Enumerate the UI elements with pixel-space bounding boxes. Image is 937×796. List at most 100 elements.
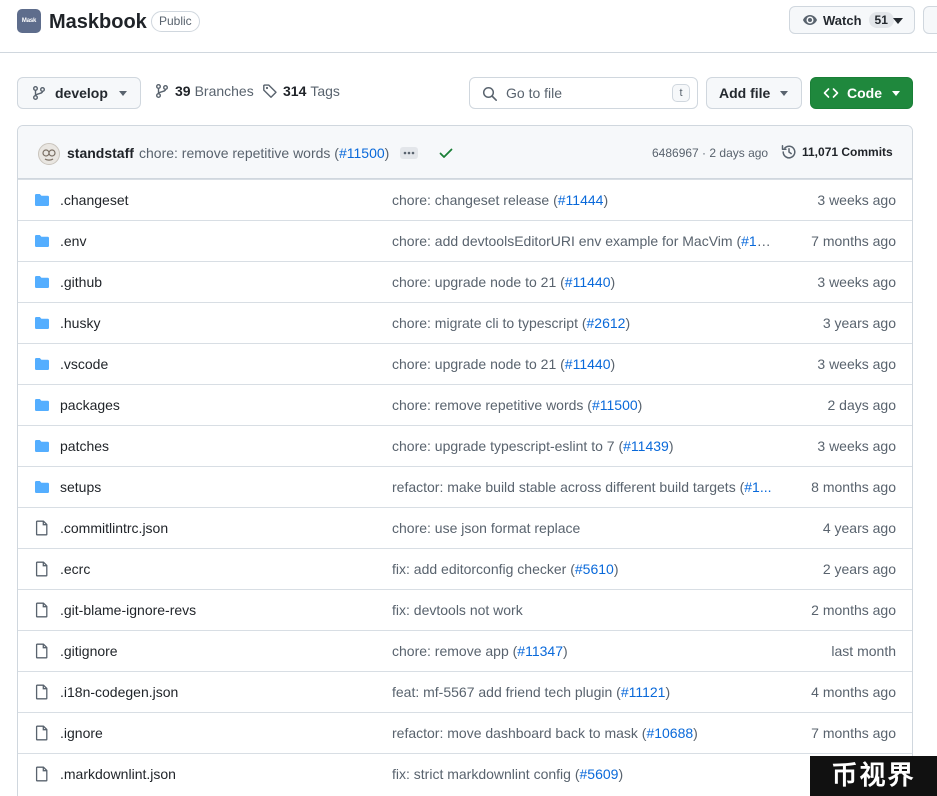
file-commit-date: 7 months ago [811, 725, 896, 741]
folder-icon [34, 479, 50, 495]
fork-button[interactable] [923, 6, 937, 34]
commits-history-link[interactable]: 11,071 Commits [781, 144, 893, 160]
commit-pr-link[interactable]: #11500 [339, 145, 385, 161]
file-row[interactable]: packages chore: remove repetitive words (… [18, 384, 912, 425]
tags-count: 314 [283, 83, 307, 99]
file-name[interactable]: .husky [60, 315, 100, 331]
file-name[interactable]: .commitlintrc.json [60, 520, 168, 536]
file-name[interactable]: patches [60, 438, 109, 454]
file-name[interactable]: packages [60, 397, 120, 413]
file-commit-pr-link[interactable]: #11347 [517, 643, 563, 659]
chevron-down-icon [119, 91, 127, 96]
file-row[interactable]: .vscode chore: upgrade node to 21 (#11440… [18, 343, 912, 384]
file-row[interactable]: .gitignore chore: remove app (#11347) last… [18, 630, 912, 671]
chevron-down-icon [893, 18, 903, 24]
commit-message[interactable]: chore: remove repetitive words (#11500) [139, 145, 389, 161]
watermark: 币视界 [810, 756, 937, 796]
file-row[interactable]: .ecrc fix: add editorconfig checker (#561… [18, 548, 912, 589]
file-name[interactable]: .changeset [60, 192, 129, 208]
file-commit-message[interactable]: chore: add devtoolsEditorURI env example… [392, 233, 775, 249]
file-commit-pr-link[interactable]: #5609 [580, 766, 619, 782]
branches-link[interactable]: 39 Branches [154, 83, 254, 99]
author-avatar[interactable] [38, 143, 60, 165]
file-commit-message[interactable]: fix: strict markdownlint config (#5609) [392, 766, 775, 782]
file-commit-message[interactable]: chore: remove repetitive words (#11500) [392, 397, 775, 413]
check-icon[interactable] [438, 145, 454, 161]
file-commit-pr-link[interactable]: #10... [741, 233, 775, 249]
file-commit-message[interactable]: refactor: make build stable across diffe… [392, 479, 775, 495]
file-row[interactable]: .env chore: add devtoolsEditorURI env exa… [18, 220, 912, 261]
keyboard-shortcut-hint: t [672, 84, 690, 102]
tags-link[interactable]: 314 Tags [262, 83, 340, 99]
file-row[interactable]: .ignore refactor: move dashboard back to … [18, 712, 912, 753]
file-commit-pr-link[interactable]: #10688 [646, 725, 693, 741]
file-row[interactable]: .commitlintrc.json chore: use json format… [18, 507, 912, 548]
file-icon [34, 643, 50, 659]
file-list: standstaff chore: remove repetitive word… [17, 125, 913, 796]
file-commit-pr-link[interactable]: #11440 [565, 274, 611, 290]
repo-owner-avatar[interactable]: Mask [17, 9, 41, 33]
commit-author[interactable]: standstaff [67, 145, 134, 161]
file-commit-pr-link[interactable]: #11121 [621, 684, 666, 700]
file-commit-message[interactable]: refactor: move dashboard back to mask (#… [392, 725, 775, 741]
file-name[interactable]: .vscode [60, 356, 108, 372]
file-commit-date: 2 years ago [822, 561, 896, 577]
file-commit-message[interactable]: fix: devtools not work [392, 602, 775, 618]
file-row[interactable]: .husky chore: migrate cli to typescript (… [18, 302, 912, 343]
tag-icon [262, 83, 278, 99]
file-commit-message[interactable]: chore: upgrade typescript-eslint to 7 (#… [392, 438, 775, 454]
commit-hash-time[interactable]: 6486967 · 2 days ago [652, 146, 768, 160]
file-row[interactable]: setups refactor: make build stable across… [18, 466, 912, 507]
file-row[interactable]: .github chore: upgrade node to 21 (#11440… [18, 261, 912, 302]
file-icon [34, 684, 50, 700]
file-commit-message[interactable]: chore: use json format replace [392, 520, 775, 536]
file-row[interactable]: .git-blame-ignore-revs fix: devtools not … [18, 589, 912, 630]
file-name[interactable]: .git-blame-ignore-revs [60, 602, 196, 618]
file-row[interactable]: .changeset chore: changeset release (#114… [18, 179, 912, 220]
file-commit-message[interactable]: chore: changeset release (#11444) [392, 192, 775, 208]
go-to-file-search[interactable]: t [469, 77, 698, 109]
file-commit-date: 2 days ago [827, 397, 897, 413]
file-row[interactable]: .markdownlint.json fix: strict markdownli… [18, 753, 912, 794]
eye-icon [802, 12, 818, 28]
file-commit-message[interactable]: chore: remove app (#11347) [392, 643, 775, 659]
expand-message-button[interactable] [400, 147, 418, 159]
file-row[interactable]: .i18n-codegen.json feat: mf-5567 add frie… [18, 671, 912, 712]
file-name[interactable]: setups [60, 479, 101, 495]
file-name[interactable]: .ignore [60, 725, 103, 741]
go-to-file-input[interactable] [506, 83, 666, 103]
file-commit-pr-link[interactable]: #11440 [565, 356, 611, 372]
file-commit-pr-link[interactable]: #11500 [592, 397, 638, 413]
file-commit-message[interactable]: chore: migrate cli to typescript (#2612) [392, 315, 775, 331]
chevron-down-icon [892, 91, 900, 96]
repo-name[interactable]: Maskbook [49, 9, 147, 35]
file-name[interactable]: .i18n-codegen.json [60, 684, 178, 700]
file-name[interactable]: .ecrc [60, 561, 90, 577]
file-commit-date: 3 weeks ago [817, 438, 896, 454]
file-icon [34, 602, 50, 618]
file-commit-pr-link[interactable]: #2612 [587, 315, 626, 331]
file-commit-pr-link[interactable]: #1... [744, 479, 771, 495]
file-row[interactable]: patches chore: upgrade typescript-eslint … [18, 425, 912, 466]
file-commit-message[interactable]: fix: add editorconfig checker (#5610) [392, 561, 775, 577]
file-commit-pr-link[interactable]: #11439 [623, 438, 669, 454]
file-name[interactable]: .gitignore [60, 643, 118, 659]
file-commit-date: 7 months ago [811, 233, 896, 249]
file-commit-pr-link[interactable]: #5610 [575, 561, 614, 577]
file-commit-message[interactable]: chore: upgrade node to 21 (#11440) [392, 274, 775, 290]
add-file-button[interactable]: Add file [706, 77, 802, 109]
watch-button[interactable]: Watch 51 [789, 6, 915, 34]
watch-count: 51 [868, 12, 894, 28]
file-name[interactable]: .github [60, 274, 102, 290]
folder-icon [34, 192, 50, 208]
branch-select-button[interactable]: develop [17, 77, 141, 109]
file-name[interactable]: .markdownlint.json [60, 766, 176, 782]
file-commit-pr-link[interactable]: #11444 [558, 192, 604, 208]
code-button[interactable]: Code [810, 77, 913, 109]
file-commit-date: 3 weeks ago [817, 356, 896, 372]
file-commit-date: 8 months ago [811, 479, 896, 495]
file-commit-message[interactable]: feat: mf-5567 add friend tech plugin (#1… [392, 684, 775, 700]
file-name[interactable]: .env [60, 233, 86, 249]
file-commit-date: 4 months ago [811, 684, 896, 700]
file-commit-message[interactable]: chore: upgrade node to 21 (#11440) [392, 356, 775, 372]
